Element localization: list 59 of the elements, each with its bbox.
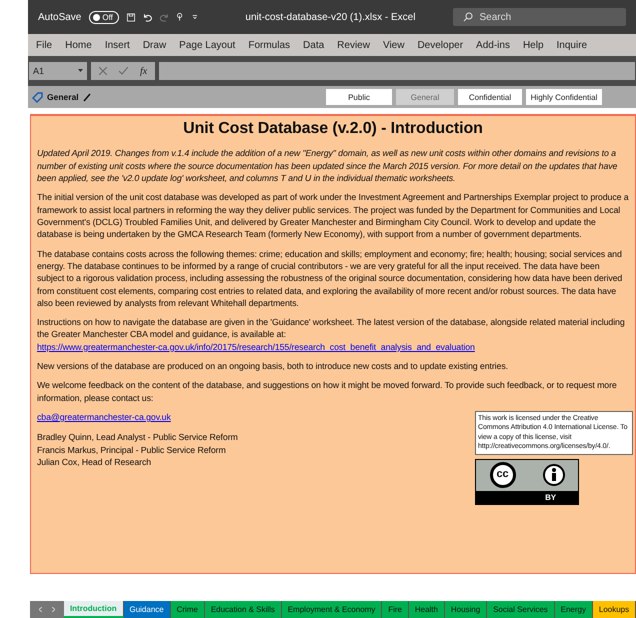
paragraph: The initial version of the unit cost database was developed as part of work under the Investment Agreement and Partnerships Exemplar project to produce a framework to assist local partners in reforming the way they deliver public services. The project was funded by the Department for Communities and Local Government's (DCLG) Troubled Families Unit, and delivered by Greater Manchester and Birmingham City Council. Work to develop and update the database is being undertaken by the GMCA Research Team (formerly New Economy), with support from a number of government departments. bbox=[37, 191, 629, 241]
paragraph: We welcome feedback on the content of the database, and suggestions on how it might be moved forward. To provide such feedback, or to request more information, please contact us: bbox=[37, 379, 618, 404]
check-icon[interactable] bbox=[119, 67, 128, 75]
classification-option[interactable]: Highly Confidential bbox=[526, 89, 602, 105]
save-icon[interactable] bbox=[126, 12, 135, 22]
sheet-tab[interactable]: Health bbox=[408, 601, 445, 618]
autosave-toggle[interactable]: Off bbox=[89, 10, 119, 24]
menu-item[interactable]: Data bbox=[303, 40, 324, 50]
sheet-tab[interactable]: Education & Skills bbox=[204, 601, 282, 618]
menu-item[interactable]: Draw bbox=[142, 40, 166, 50]
classification-label: General bbox=[47, 92, 79, 102]
sheet-tab[interactable]: Housing bbox=[444, 601, 488, 618]
sheet-tab[interactable]: Guidance bbox=[124, 601, 171, 618]
name-box[interactable]: A1 bbox=[29, 62, 87, 80]
tag-icon bbox=[32, 92, 43, 102]
email-link[interactable]: cba@greatermanchester-ca.gov.uk bbox=[37, 412, 171, 422]
menu-item[interactable]: Inquire bbox=[556, 40, 588, 50]
menu-item[interactable]: File bbox=[36, 40, 52, 50]
menu-item[interactable]: Help bbox=[522, 40, 544, 50]
menu-item[interactable]: Developer bbox=[417, 40, 464, 50]
menu-item[interactable]: Home bbox=[65, 40, 92, 50]
function-button[interactable]: fx bbox=[140, 66, 148, 76]
pencil-icon[interactable] bbox=[82, 92, 91, 102]
paragraph: The database contains costs across the following themes: crime; education and skills; employment and economy; fire; health; housing; social services and energy. The database continues to be informed by a range of crucial contributors - we are very grateful for all the input received. The data have been subject to a rigorous validation process, including assessing the robustness of the original source documentation, considering how data have been derived from constituent cost elements, comparing cost entries to related data, and exploring the availability of more recent and/or robust sources. The data have also been reviewed by analysts from relevant Whitehall departments. bbox=[37, 248, 624, 310]
search-icon bbox=[463, 12, 474, 22]
website-link[interactable]: https://www.greatermanchester-ca.gov.uk/info/20175/research/155/research_cost_benefit_analysis_and_evaluation bbox=[37, 342, 475, 352]
customize-icon[interactable] bbox=[192, 13, 198, 21]
next-sheet-icon[interactable] bbox=[52, 607, 55, 612]
document-title: unit-cost-database-v20 (1).xlsx - Excel bbox=[245, 12, 416, 22]
undo-icon[interactable] bbox=[142, 12, 152, 22]
contact-line: Bradley Quinn, Lead Analyst - Public Service Reform bbox=[37, 431, 238, 444]
sheet-tab[interactable]: Energy bbox=[554, 601, 593, 618]
redo-icon[interactable] bbox=[160, 12, 168, 22]
menu-item[interactable]: Insert bbox=[104, 40, 130, 50]
menu-item[interactable]: Add-ins bbox=[476, 40, 510, 50]
classification-option[interactable]: General bbox=[396, 89, 454, 105]
sheet-title: Unit Cost Database (v.2.0) - Introduction bbox=[182, 119, 484, 139]
sheet-tab[interactable]: Fire bbox=[382, 601, 409, 618]
paragraph: New versions of the database are produced on an ongoing basis, both to introduce new costs and to update existing entries. bbox=[37, 360, 509, 372]
sheet-tab[interactable]: Social Services bbox=[487, 601, 555, 618]
license-badge: cc BY bbox=[475, 458, 579, 505]
sheet-tab[interactable]: Employment & Economy bbox=[282, 601, 382, 618]
menu-item[interactable]: Formulas bbox=[248, 40, 290, 50]
paragraph: Updated April 2019. Changes from v.1.4 include the addition of a new "Energy" domain, as well as new unit costs within other domains and revisions to a number of existing unit costs where the source documentation has been updated since the March 2015 version. For more detail on the updates that have been applied, see the 'v2.0 update log' worksheet, and columns T and U in the individual thematic worksheets. bbox=[37, 147, 618, 184]
menu-item[interactable]: View bbox=[382, 40, 404, 50]
paragraph: Instructions on how to navigate the database are given in the 'Guidance' worksheet. The latest version of the database, alongside related material including the Greater Manchester CBA model and guidance, is available at: bbox=[37, 316, 626, 341]
previous-sheet-icon[interactable] bbox=[39, 607, 42, 612]
contact-line: Julian Cox, Head of Research bbox=[37, 456, 152, 468]
classification-option[interactable]: Confidential bbox=[458, 89, 522, 105]
classification-option[interactable]: Public bbox=[326, 89, 392, 105]
sheet-tab[interactable]: Crime bbox=[170, 601, 205, 618]
menu-item[interactable]: Review bbox=[337, 40, 370, 50]
cancel-icon[interactable] bbox=[99, 67, 107, 75]
menu-item[interactable]: Page Layout bbox=[179, 40, 236, 50]
sheet-tab[interactable]: Lookups bbox=[592, 601, 636, 618]
contact-line: Francis Markus, Principal - Public Service Reform bbox=[37, 444, 227, 456]
formula-input[interactable] bbox=[159, 62, 635, 80]
autosave-label: AutoSave bbox=[38, 12, 82, 22]
search-field[interactable]: Search bbox=[453, 8, 626, 26]
